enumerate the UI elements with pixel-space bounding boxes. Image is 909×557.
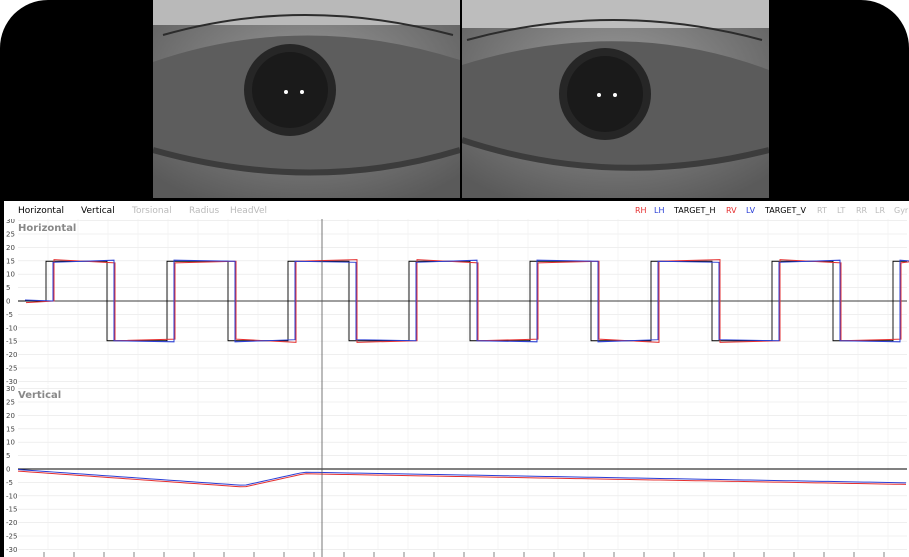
tab-headvel[interactable]: HeadVel: [230, 206, 267, 216]
tab-torsional[interactable]: Torsional: [132, 206, 172, 216]
vertical-panel-title: Vertical: [18, 390, 62, 401]
legend-lh[interactable]: LH: [654, 206, 664, 215]
vertical-ytick: -25: [6, 533, 17, 541]
horizontal-ytick: 15: [6, 257, 15, 265]
vertical-ytick: 20: [6, 412, 15, 420]
legend-lt[interactable]: LT: [837, 206, 845, 215]
legend-target-v[interactable]: TARGET_V: [765, 206, 806, 215]
horizontal-ytick: 5: [6, 284, 10, 292]
vertical-ytick: -30: [6, 546, 17, 554]
legend-rh[interactable]: RH: [635, 206, 647, 215]
left-eye-camera: [462, 0, 769, 198]
vertical-ytick: 25: [6, 399, 15, 407]
horizontal-panel-title: Horizontal: [18, 223, 77, 234]
tab-horizontal[interactable]: Horizontal: [18, 206, 64, 216]
horizontal-ytick: -5: [6, 311, 13, 319]
vertical-ytick: 10: [6, 439, 15, 447]
legend-rv[interactable]: RV: [726, 206, 737, 215]
horizontal-ytick: 0: [6, 298, 10, 306]
vertical-ytick: 15: [6, 425, 15, 433]
horizontal-ytick: 30: [6, 219, 15, 225]
app-frame: Horizontal Vertical Torsional Radius Hea…: [0, 0, 909, 557]
horizontal-ytick: 25: [6, 231, 15, 239]
vertical-ytick: -5: [6, 479, 13, 487]
eye-video-area: [153, 0, 771, 200]
vertical-ytick: 5: [6, 452, 10, 460]
vertical-ytick: 30: [6, 385, 15, 393]
horizontal-ytick: -25: [6, 365, 17, 373]
horizontal-ytick: 10: [6, 271, 15, 279]
legend-lv[interactable]: LV: [746, 206, 755, 215]
legend-rt[interactable]: RT: [817, 206, 827, 215]
horizontal-ytick: -15: [6, 338, 17, 346]
horizontal-ytick: -10: [6, 324, 17, 332]
legend-gyr[interactable]: Gyr: [894, 206, 908, 215]
lv-trace: [17, 469, 907, 486]
legend-target-h[interactable]: TARGET_H: [674, 206, 715, 215]
vertical-ytick: -20: [6, 519, 17, 527]
tab-vertical[interactable]: Vertical: [81, 206, 115, 216]
vertical-ytick: 0: [6, 466, 10, 474]
horizontal-ytick: 20: [6, 244, 15, 252]
legend-rr[interactable]: RR: [856, 206, 867, 215]
plot-toolbar: Horizontal Vertical Torsional Radius Hea…: [4, 201, 909, 219]
vertical-ytick: -15: [6, 506, 17, 514]
right-eye-camera: [153, 0, 460, 198]
trace-plot-canvas[interactable]: 30 25 20 15 10 5 0 -5 -10 -15 -20 -25 -30 30 25 20 15 10 5…: [4, 219, 909, 557]
tab-radius[interactable]: Radius: [189, 206, 219, 216]
trace-plot[interactable]: 30 25 20 15 10 5 0 -5 -10 -15 -20 -25 -30 30 25 20 15 10 5…: [4, 219, 909, 557]
horizontal-ytick: -20: [6, 351, 17, 359]
legend-lr[interactable]: LR: [875, 206, 885, 215]
vertical-ytick: -10: [6, 492, 17, 500]
